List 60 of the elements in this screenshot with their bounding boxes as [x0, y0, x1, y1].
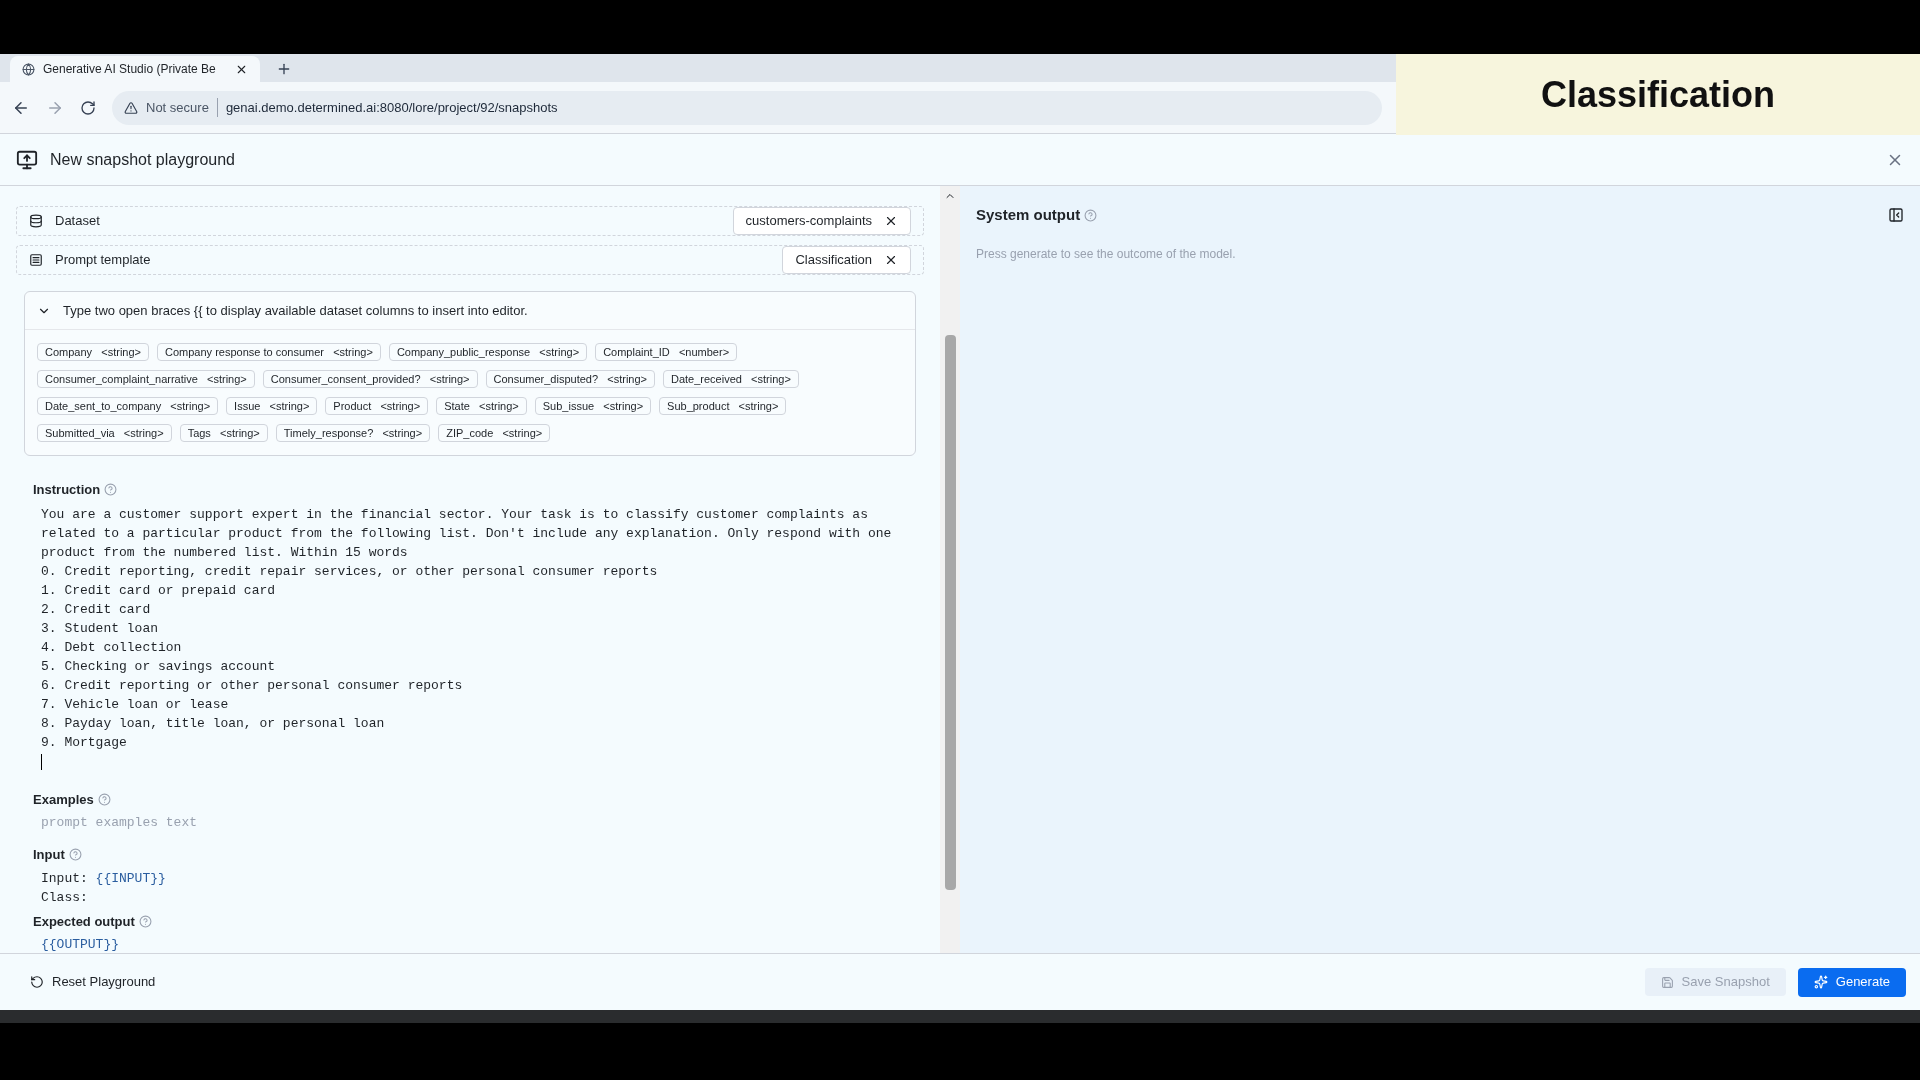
globe-icon: [22, 62, 35, 76]
column-tag[interactable]: ZIP_code <string>: [438, 424, 551, 442]
column-tag[interactable]: Sub_issue <string>: [534, 397, 652, 415]
snapshot-icon: [16, 148, 38, 171]
reset-icon: [30, 975, 44, 989]
column-tag[interactable]: Product <string>: [325, 397, 429, 415]
save-icon: [1660, 975, 1674, 989]
column-tag[interactable]: Issue <string>: [226, 397, 318, 415]
selector-label: Prompt template: [55, 251, 152, 270]
selected-value-tag[interactable]: customers-complaints: [732, 207, 911, 235]
output-field: Press generate to see the outcome of the model.: [976, 240, 1904, 267]
column-tag[interactable]: Consumer_complaint_narrative <string>: [37, 370, 255, 388]
help-icon[interactable]: [104, 483, 118, 497]
column-tag[interactable]: Consumer_consent_provided? <string>: [262, 370, 478, 388]
reset-button[interactable]: Reset Playground: [30, 972, 156, 992]
remove-icon[interactable]: [884, 214, 898, 228]
column-tag[interactable]: Timely_response? <string>: [275, 424, 431, 442]
column-tag[interactable]: State <string>: [436, 397, 527, 415]
help-icon[interactable]: [68, 848, 82, 862]
help-icon[interactable]: [97, 792, 111, 806]
warning-icon: [124, 100, 138, 115]
column-tag[interactable]: Date_received <string>: [663, 370, 799, 388]
column-tag[interactable]: Consumer_disputed? <string>: [485, 370, 655, 388]
expected-output-editor[interactable]: {{OUTPUT}}: [33, 935, 893, 953]
generate-button[interactable]: Generate: [1797, 967, 1906, 997]
address-bar[interactable]: Not secure genai.demo.determined.ai:8080/lore/project/92/snapshots: [112, 90, 1382, 125]
security-label: Not secure: [146, 97, 218, 118]
help-icon[interactable]: [1084, 208, 1098, 222]
url-text: genai.demo.determined.ai:8080/lore/project/92/snapshots: [225, 98, 558, 117]
column-tag[interactable]: Complaint_ID <number>: [595, 343, 738, 361]
section-label: Examples: [33, 790, 94, 809]
column-tag[interactable]: Date_sent_to_company <string>: [37, 397, 219, 415]
column-tag[interactable]: Company_public_response <string>: [388, 343, 588, 361]
browser-tab[interactable]: Generative AI Studio (Private Be: [10, 56, 260, 82]
instruction-editor[interactable]: You are a customer support expert in the financial sector. Your task is to classify customer complaints as related to a particular product from the following list. Don't include any explanation. Only respond with one product from the numbered list. Within 15 words 0. Credit reporting, credit repair services, or other personal consumer reports 1. Credit card or prepaid card 2. Credit card 3. Student loan 4. Debt collection 5. Checking or savings account 6. Credit reporting or other personal consumer reports 7. Vehicle loan or lease 8. Payday loan, title loan, or personal loan 9. Mortgage: [33, 504, 928, 770]
selected-value-tag[interactable]: Classification: [782, 246, 911, 274]
database-icon: [29, 214, 43, 228]
panel-title: System output: [976, 205, 1081, 225]
remove-icon[interactable]: [884, 253, 898, 267]
columns-hint: Type two open braces {{ to display available dataset columns to insert into editor.: [63, 301, 528, 320]
section-label: Expected output: [33, 912, 135, 931]
column-tag[interactable]: Submitted_via <string>: [37, 424, 172, 442]
input-editor[interactable]: Input: {{INPUT}} Class:: [33, 868, 893, 907]
caption-title: Classification: [1540, 72, 1776, 117]
column-tag[interactable]: Company <string>: [37, 343, 149, 361]
column-tag[interactable]: Tags <string>: [179, 424, 268, 442]
help-icon[interactable]: [138, 914, 152, 928]
tab-title: Generative AI Studio (Private Be: [43, 61, 216, 78]
column-tag[interactable]: Company response to consumer <string>: [157, 343, 381, 361]
selector-label: Dataset: [55, 212, 101, 231]
template-icon: [29, 253, 43, 267]
examples-field[interactable]: prompt examples text: [33, 813, 633, 833]
page-title: New snapshot playground: [50, 149, 236, 170]
reload-icon[interactable]: [80, 99, 96, 116]
column-tag[interactable]: Sub_product <string>: [659, 397, 787, 415]
section-label: Input: [33, 846, 65, 864]
collapse-panel-icon[interactable]: [1888, 207, 1904, 224]
sparkle-icon: [1813, 975, 1828, 989]
section-label: Instruction: [33, 481, 101, 499]
new-tab-icon[interactable]: [276, 61, 292, 77]
